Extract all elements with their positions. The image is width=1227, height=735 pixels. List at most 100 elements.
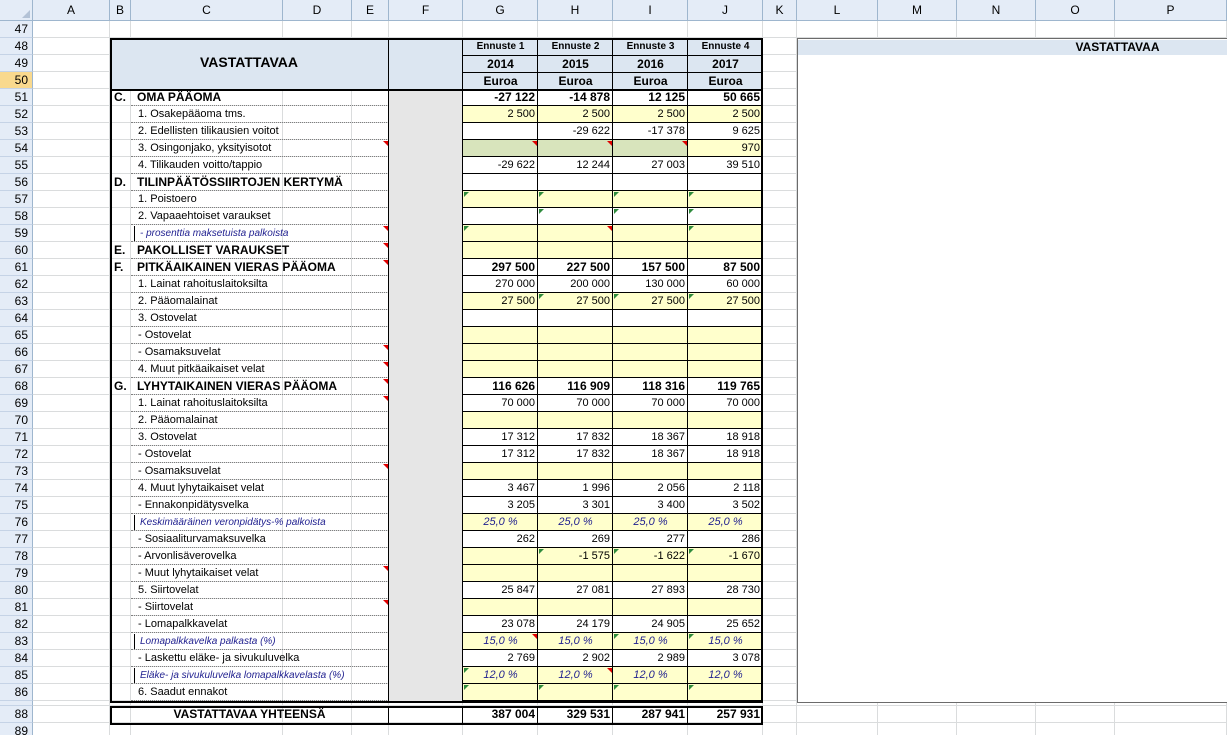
row-header-79[interactable]: 79 xyxy=(0,565,33,582)
value-cell[interactable]: 25,0 % xyxy=(688,514,763,531)
value-cell[interactable]: 27 500 xyxy=(613,293,688,310)
select-all-corner[interactable] xyxy=(0,0,33,21)
value-cell[interactable]: 2 500 xyxy=(463,106,538,123)
value-cell[interactable]: 27 500 xyxy=(538,293,613,310)
column-header-l[interactable]: L xyxy=(797,0,878,21)
value-cell[interactable]: 18 367 xyxy=(613,429,688,446)
column-header-p[interactable]: P xyxy=(1115,0,1227,21)
row-header-84[interactable]: 84 xyxy=(0,650,33,667)
value-cell[interactable]: 12,0 % xyxy=(613,667,688,684)
value-cell[interactable]: 227 500 xyxy=(538,259,613,276)
value-cell[interactable]: 27 081 xyxy=(538,582,613,599)
column-header-d[interactable]: D xyxy=(283,0,352,21)
value-cell[interactable]: 12,0 % xyxy=(538,667,613,684)
value-cell[interactable]: 3 205 xyxy=(463,497,538,514)
row-header-65[interactable]: 65 xyxy=(0,327,33,344)
value-cell[interactable]: 23 078 xyxy=(463,616,538,633)
row-header-76[interactable]: 76 xyxy=(0,514,33,531)
row-header-88[interactable]: 88 xyxy=(0,706,33,723)
value-cell[interactable]: 2 769 xyxy=(463,650,538,667)
value-cell[interactable]: 18 918 xyxy=(688,429,763,446)
value-cell[interactable]: 24 179 xyxy=(538,616,613,633)
value-cell[interactable]: 119 765 xyxy=(688,378,763,395)
row-header-54[interactable]: 54 xyxy=(0,140,33,157)
chart-panel[interactable]: VASTATTAVAA xyxy=(797,38,1227,703)
value-cell[interactable]: 39 510 xyxy=(688,157,763,174)
value-cell[interactable]: 15,0 % xyxy=(613,633,688,650)
row-header-67[interactable]: 67 xyxy=(0,361,33,378)
row-header-62[interactable]: 62 xyxy=(0,276,33,293)
row-header-56[interactable]: 56 xyxy=(0,174,33,191)
value-cell[interactable]: 2 056 xyxy=(613,480,688,497)
value-cell[interactable]: 18 367 xyxy=(613,446,688,463)
row-header-48[interactable]: 48 xyxy=(0,38,33,55)
value-cell[interactable]: 262 xyxy=(463,531,538,548)
row-header-83[interactable]: 83 xyxy=(0,633,33,650)
value-cell[interactable]: -1 622 xyxy=(613,548,688,565)
value-cell[interactable]: 12 244 xyxy=(538,157,613,174)
value-cell[interactable]: 130 000 xyxy=(613,276,688,293)
row-header-52[interactable]: 52 xyxy=(0,106,33,123)
row-header-89[interactable]: 89 xyxy=(0,723,33,735)
row-header-55[interactable]: 55 xyxy=(0,157,33,174)
value-cell[interactable]: -27 122 xyxy=(463,89,538,106)
row-header-51[interactable]: 51 xyxy=(0,89,33,106)
column-header-o[interactable]: O xyxy=(1036,0,1115,21)
value-cell[interactable]: 3 502 xyxy=(688,497,763,514)
value-cell[interactable]: -29 622 xyxy=(538,123,613,140)
value-cell[interactable]: 25,0 % xyxy=(613,514,688,531)
value-cell[interactable]: 17 832 xyxy=(538,446,613,463)
row-header-81[interactable]: 81 xyxy=(0,599,33,616)
value-cell[interactable]: 25 652 xyxy=(688,616,763,633)
column-header-m[interactable]: M xyxy=(878,0,957,21)
row-header-86[interactable]: 86 xyxy=(0,684,33,701)
column-header-g[interactable]: G xyxy=(463,0,538,21)
value-cell[interactable]: 50 665 xyxy=(688,89,763,106)
value-cell[interactable]: 118 316 xyxy=(613,378,688,395)
value-cell[interactable]: 60 000 xyxy=(688,276,763,293)
value-cell[interactable]: 24 905 xyxy=(613,616,688,633)
value-cell[interactable]: 27 893 xyxy=(613,582,688,599)
value-cell[interactable]: 70 000 xyxy=(613,395,688,412)
value-cell[interactable]: 116 909 xyxy=(538,378,613,395)
row-header-64[interactable]: 64 xyxy=(0,310,33,327)
value-cell[interactable]: 17 312 xyxy=(463,446,538,463)
value-cell[interactable]: 25,0 % xyxy=(463,514,538,531)
row-header-47[interactable]: 47 xyxy=(0,21,33,38)
value-cell[interactable]: 2 902 xyxy=(538,650,613,667)
row-header-77[interactable]: 77 xyxy=(0,531,33,548)
column-header-c[interactable]: C xyxy=(131,0,283,21)
row-header-58[interactable]: 58 xyxy=(0,208,33,225)
total-value[interactable]: 287 941 xyxy=(613,706,688,723)
row-header-72[interactable]: 72 xyxy=(0,446,33,463)
value-cell[interactable]: 286 xyxy=(688,531,763,548)
value-cell[interactable]: 12,0 % xyxy=(688,667,763,684)
value-cell[interactable]: 970 xyxy=(688,140,763,157)
value-cell[interactable]: 277 xyxy=(613,531,688,548)
value-cell[interactable]: 3 078 xyxy=(688,650,763,667)
row-header-57[interactable]: 57 xyxy=(0,191,33,208)
value-cell[interactable]: 15,0 % xyxy=(688,633,763,650)
value-cell[interactable]: 2 118 xyxy=(688,480,763,497)
row-header-71[interactable]: 71 xyxy=(0,429,33,446)
value-cell[interactable]: 12 125 xyxy=(613,89,688,106)
total-value[interactable]: 329 531 xyxy=(538,706,613,723)
row-header-69[interactable]: 69 xyxy=(0,395,33,412)
spreadsheet[interactable]: ABCDEFGHIJKLMNOP 47 48 49 50 51 52 53 54 55 56 57 5… xyxy=(0,0,1227,735)
total-value[interactable]: 257 931 xyxy=(688,706,763,723)
row-header-63[interactable]: 63 xyxy=(0,293,33,310)
value-cell[interactable]: 25 847 xyxy=(463,582,538,599)
value-cell[interactable]: 297 500 xyxy=(463,259,538,276)
value-cell[interactable]: 27 003 xyxy=(613,157,688,174)
value-cell[interactable]: 87 500 xyxy=(688,259,763,276)
column-header-a[interactable]: A xyxy=(33,0,110,21)
value-cell[interactable]: 157 500 xyxy=(613,259,688,276)
value-cell[interactable]: -1 575 xyxy=(538,548,613,565)
row-header-73[interactable]: 73 xyxy=(0,463,33,480)
value-cell[interactable]: -1 670 xyxy=(688,548,763,565)
row-header-80[interactable]: 80 xyxy=(0,582,33,599)
row-header-85[interactable]: 85 xyxy=(0,667,33,684)
value-cell[interactable]: 2 500 xyxy=(538,106,613,123)
value-cell[interactable]: 70 000 xyxy=(538,395,613,412)
column-header-n[interactable]: N xyxy=(957,0,1036,21)
